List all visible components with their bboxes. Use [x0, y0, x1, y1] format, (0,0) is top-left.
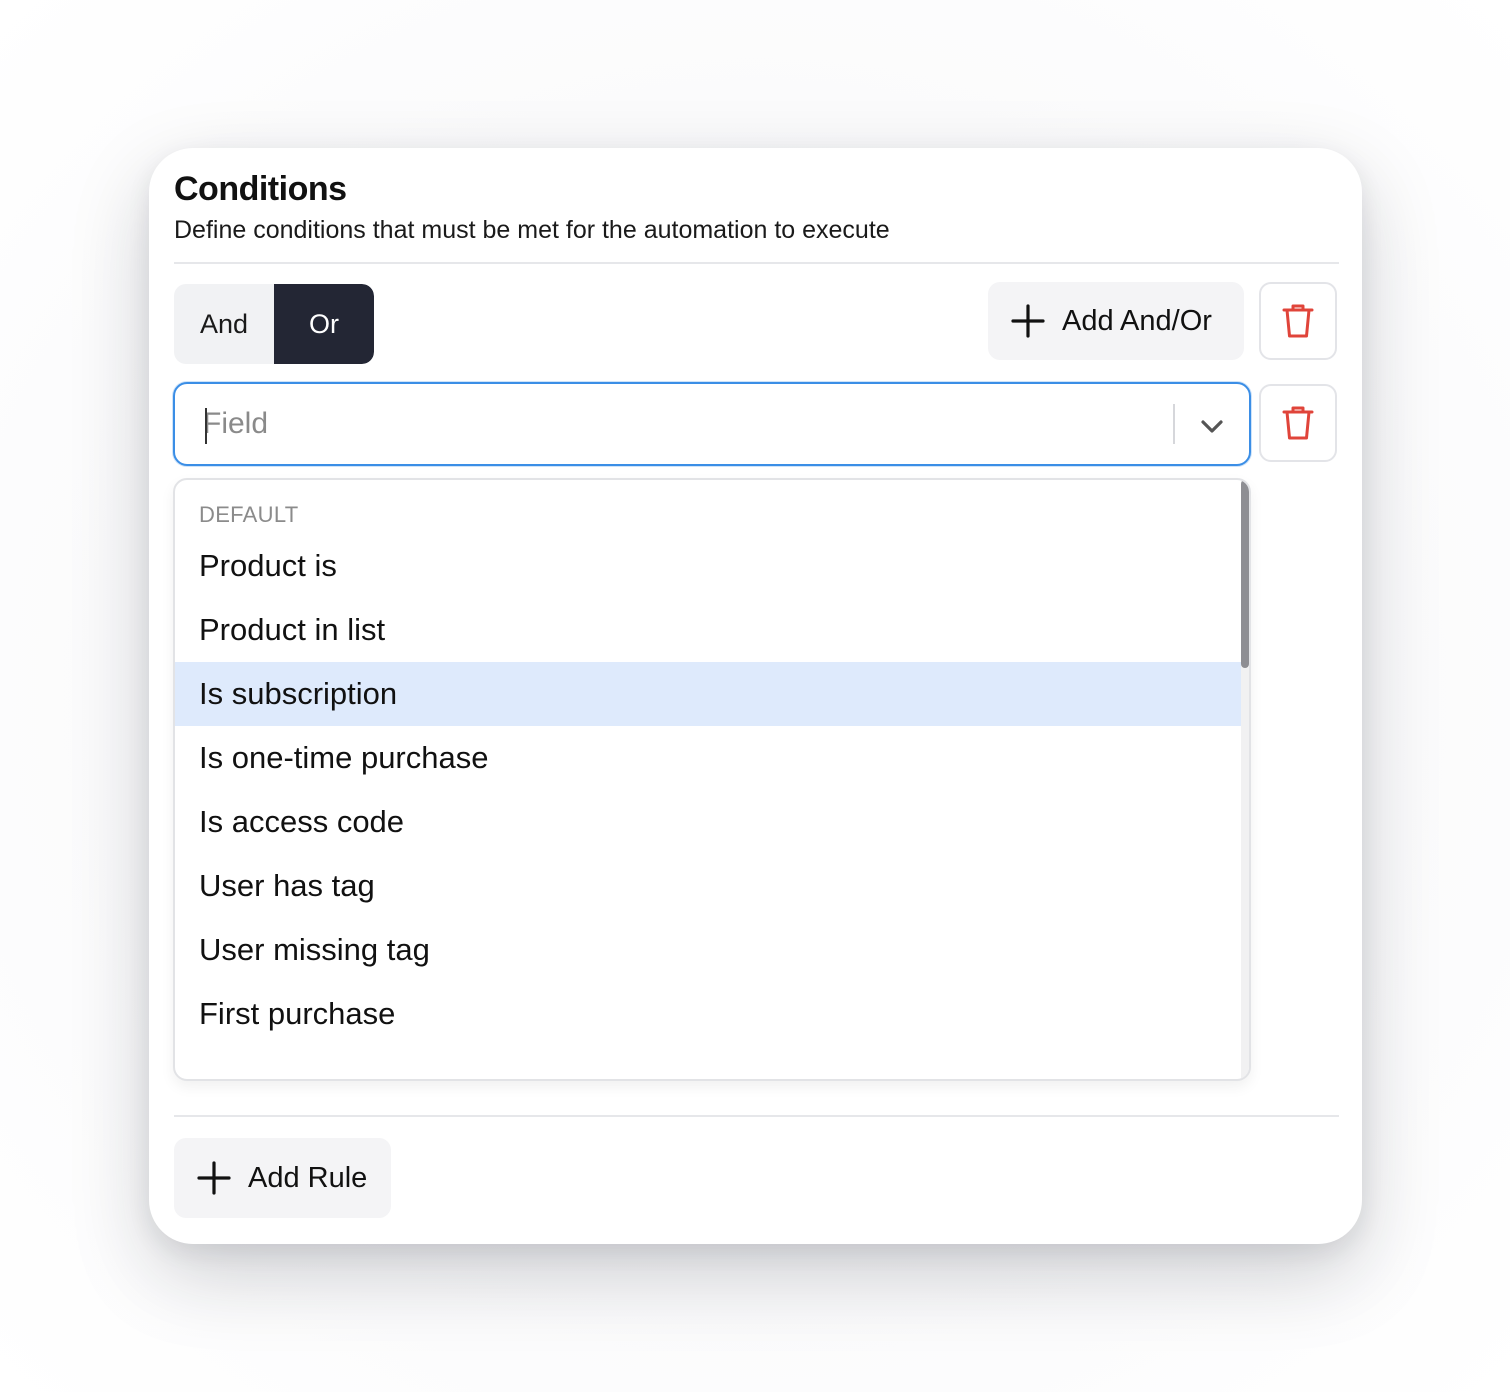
- card-title: Conditions: [174, 170, 347, 208]
- menu-option-is-one-time-purchase[interactable]: Is one-time purchase: [175, 726, 1243, 790]
- field-select[interactable]: [173, 382, 1251, 466]
- plus-icon: [1011, 304, 1045, 338]
- field-dropdown-menu: DEFAULT Product is Product in list Is su…: [173, 478, 1251, 1081]
- menu-option-user-missing-tag[interactable]: User missing tag: [175, 918, 1243, 982]
- add-rule-button[interactable]: Add Rule: [174, 1138, 391, 1218]
- menu-option-first-purchase[interactable]: First purchase: [175, 982, 1243, 1046]
- menu-option-product-in-list[interactable]: Product in list: [175, 598, 1243, 662]
- delete-group-button[interactable]: [1259, 282, 1337, 360]
- trash-icon: [1282, 304, 1314, 338]
- card-subtitle: Define conditions that must be met for t…: [174, 216, 890, 244]
- field-input[interactable]: [203, 404, 1143, 444]
- menu-option-user-has-tag[interactable]: User has tag: [175, 854, 1243, 918]
- chevron-down-icon[interactable]: [1197, 411, 1227, 441]
- menu-group-label: DEFAULT: [199, 502, 299, 527]
- conditions-card: Conditions Define conditions that must b…: [149, 148, 1362, 1244]
- toggle-or[interactable]: Or: [274, 284, 374, 364]
- add-and-or-label: Add And/Or: [1062, 304, 1212, 337]
- toggle-and[interactable]: And: [174, 284, 274, 364]
- and-or-toggle: And Or: [174, 284, 374, 364]
- page-background: Conditions Define conditions that must b…: [0, 0, 1510, 1392]
- delete-rule-button[interactable]: [1259, 384, 1337, 462]
- menu-option-is-subscription[interactable]: Is subscription: [175, 662, 1243, 726]
- menu-scrollbar-thumb[interactable]: [1241, 480, 1249, 668]
- header-divider: [174, 262, 1339, 264]
- add-and-or-button[interactable]: Add And/Or: [988, 282, 1244, 360]
- menu-option-is-access-code[interactable]: Is access code: [175, 790, 1243, 854]
- menu-scrollbar[interactable]: [1241, 480, 1249, 1079]
- menu-option-list: Product is Product in list Is subscripti…: [175, 534, 1243, 1046]
- text-caret: [205, 408, 207, 444]
- footer-divider: [174, 1115, 1339, 1117]
- menu-option-product-is[interactable]: Product is: [175, 534, 1243, 598]
- select-separator: [1173, 404, 1175, 444]
- trash-icon: [1282, 406, 1314, 440]
- plus-icon: [197, 1161, 231, 1195]
- add-rule-label: Add Rule: [248, 1161, 368, 1194]
